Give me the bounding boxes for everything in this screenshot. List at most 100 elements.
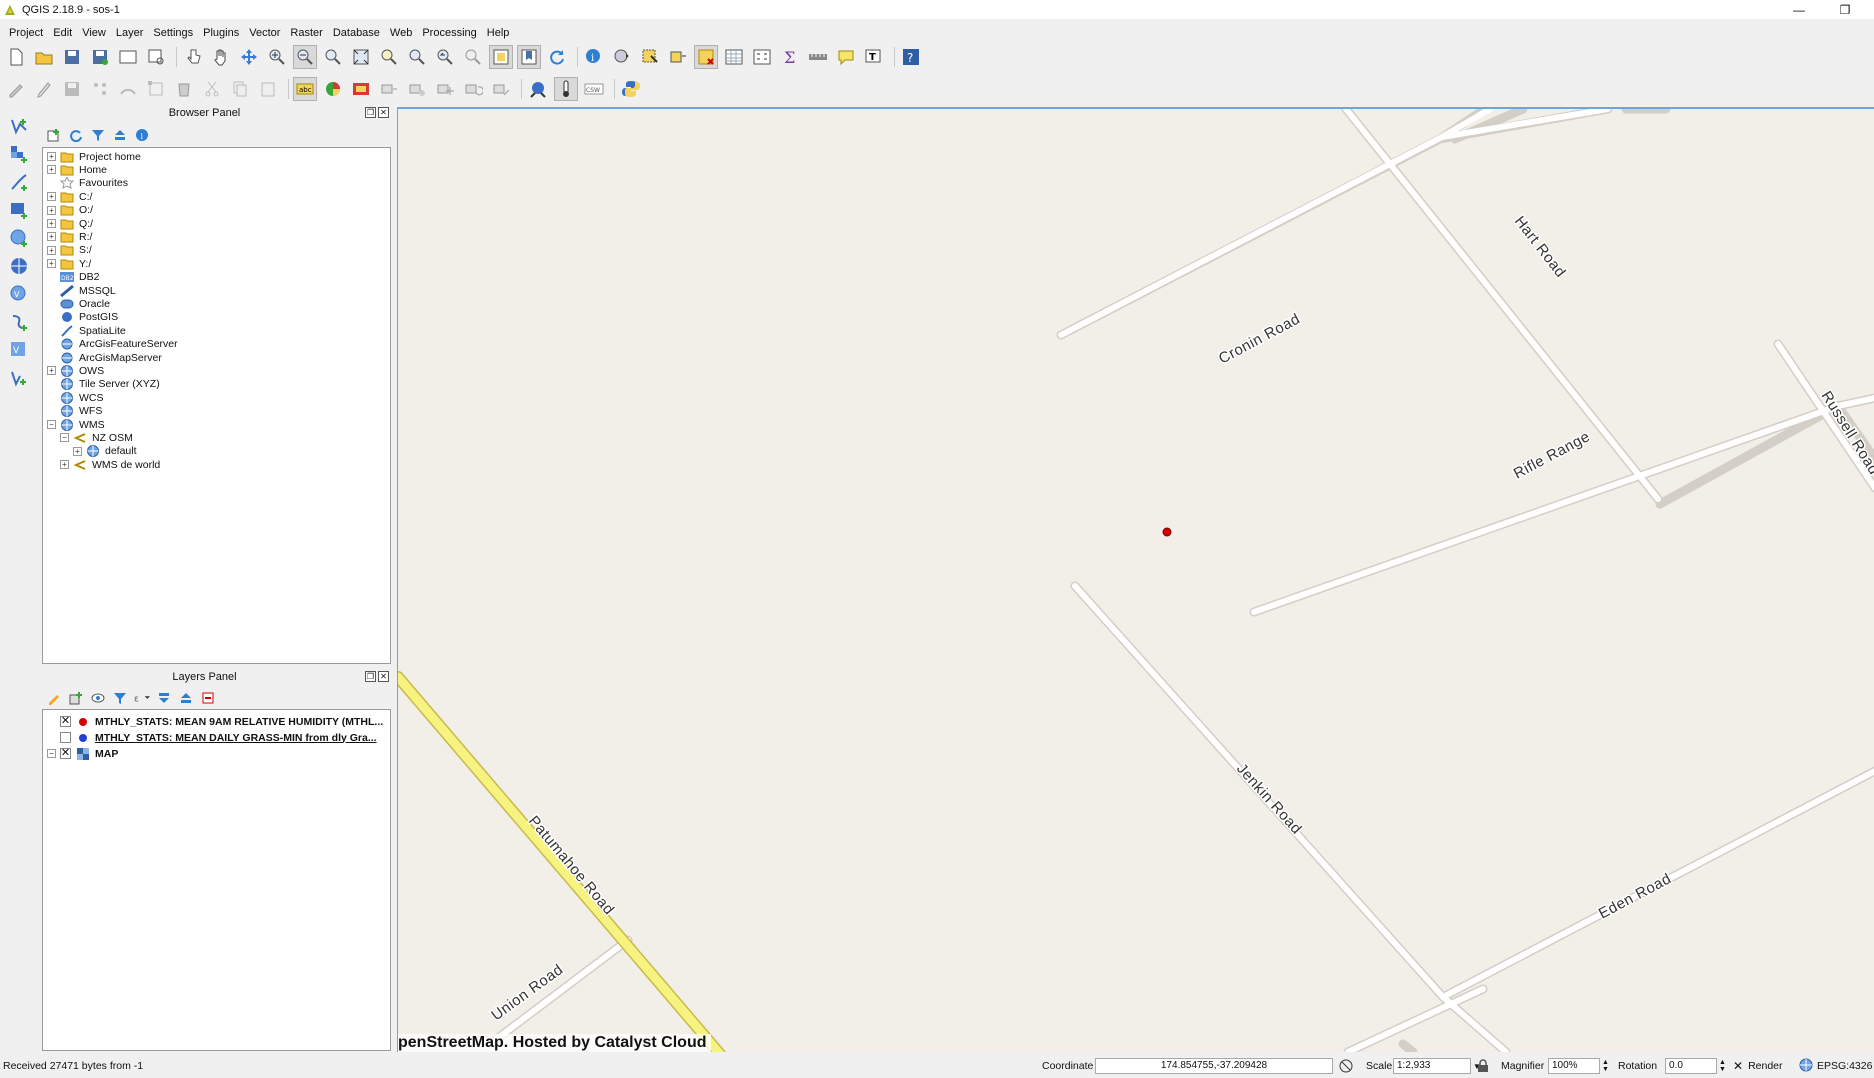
browser-item[interactable]: + O:/ bbox=[47, 204, 93, 217]
cut-features-icon[interactable] bbox=[200, 77, 224, 101]
browser-item[interactable]: − WMS bbox=[47, 418, 105, 431]
action-icon[interactable] bbox=[610, 45, 634, 69]
add-delimited-text-icon[interactable]: V bbox=[2, 281, 36, 307]
manage-visibility-icon[interactable] bbox=[90, 690, 106, 706]
measure-line-icon[interactable] bbox=[806, 45, 830, 69]
filter-legend-icon[interactable] bbox=[112, 690, 128, 706]
zoom-next-icon[interactable] bbox=[461, 45, 485, 69]
menu-edit[interactable]: Edit bbox=[48, 24, 77, 42]
layer-checkbox[interactable]: ✕ bbox=[60, 716, 71, 727]
browser-item[interactable]: DB2 DB2 bbox=[47, 271, 99, 284]
layer-checkbox[interactable]: ✕ bbox=[60, 748, 71, 759]
browser-item[interactable]: ArcGisMapServer bbox=[47, 351, 162, 364]
browser-item[interactable]: MSSQL bbox=[47, 284, 116, 297]
zoom-to-selection-icon[interactable] bbox=[377, 45, 401, 69]
browser-item[interactable]: + Project home bbox=[47, 150, 141, 163]
add-spatialite-layer-icon[interactable] bbox=[2, 169, 36, 195]
current-edits-icon[interactable] bbox=[4, 77, 28, 101]
add-wfs-layer-icon[interactable] bbox=[2, 253, 36, 279]
zoom-to-layer-icon[interactable] bbox=[405, 45, 429, 69]
open-layer-styling-icon[interactable] bbox=[46, 690, 62, 706]
filter-by-expression-icon[interactable]: ε bbox=[134, 690, 150, 706]
zoom-1-1-icon[interactable] bbox=[321, 45, 345, 69]
zoom-out-icon[interactable] bbox=[293, 45, 317, 69]
node-tool-icon[interactable] bbox=[144, 77, 168, 101]
extents-toggle-icon[interactable] bbox=[1338, 1058, 1354, 1074]
delete-selected-icon[interactable] bbox=[172, 77, 196, 101]
browser-item[interactable]: Oracle bbox=[47, 297, 110, 310]
restore-button[interactable]: ❐ bbox=[1822, 0, 1868, 19]
zoom-in-icon[interactable] bbox=[265, 45, 289, 69]
magnifier-spinbox[interactable]: 100% bbox=[1548, 1058, 1600, 1074]
tree-expander[interactable]: + bbox=[47, 366, 56, 376]
browser-item[interactable]: ArcGisFeatureServer bbox=[47, 338, 178, 351]
add-raster-layer-icon[interactable] bbox=[2, 141, 36, 167]
browser-item[interactable]: Tile Server (XYZ) bbox=[47, 378, 160, 391]
browser-item[interactable]: WFS bbox=[47, 405, 102, 418]
add-wms-layer-icon[interactable] bbox=[2, 197, 36, 223]
browser-item[interactable]: + OWS bbox=[47, 364, 104, 377]
menu-database[interactable]: Database bbox=[328, 24, 385, 42]
add-selected-layers-icon[interactable] bbox=[46, 127, 62, 143]
refresh-browser-icon[interactable] bbox=[68, 127, 84, 143]
new-shapefile-layer-icon[interactable] bbox=[2, 365, 36, 391]
coordinate-field[interactable]: 174.854755,-37.209428 bbox=[1095, 1058, 1333, 1074]
csw-icon[interactable]: CSW bbox=[582, 77, 606, 101]
deselect-features-icon[interactable] bbox=[694, 45, 718, 69]
zoom-full-icon[interactable] bbox=[349, 45, 373, 69]
new-bookmark-icon[interactable] bbox=[517, 45, 541, 69]
tree-expander[interactable]: + bbox=[47, 205, 56, 215]
layer-row[interactable]: − ✕ MAP bbox=[47, 747, 118, 760]
browser-item[interactable]: PostGIS bbox=[47, 311, 118, 324]
python-console-icon[interactable] bbox=[619, 77, 643, 101]
move-label-icon[interactable] bbox=[433, 77, 457, 101]
add-mssql-layer-icon[interactable]: V bbox=[2, 337, 36, 363]
tree-expander[interactable]: + bbox=[47, 259, 56, 269]
layer-row[interactable]: MTHLY_STATS: MEAN DAILY GRASS-MIN from d… bbox=[47, 731, 377, 744]
browser-item[interactable]: + S:/ bbox=[47, 244, 92, 257]
add-wcs-layer-icon[interactable] bbox=[2, 225, 36, 251]
browser-panel-close-button[interactable]: ✕ bbox=[378, 107, 389, 118]
browser-item[interactable]: + Y:/ bbox=[47, 257, 91, 270]
menu-raster[interactable]: Raster bbox=[285, 24, 327, 42]
change-label-icon[interactable] bbox=[489, 77, 513, 101]
tree-expander[interactable]: + bbox=[47, 245, 56, 255]
tree-expander[interactable]: + bbox=[60, 460, 69, 470]
browser-item[interactable]: WCS bbox=[47, 391, 104, 404]
new-map-view-icon[interactable] bbox=[489, 45, 513, 69]
add-circular-string-icon[interactable] bbox=[116, 77, 140, 101]
expand-all-icon[interactable] bbox=[156, 690, 172, 706]
refresh-icon[interactable] bbox=[545, 45, 569, 69]
attribute-table-icon[interactable] bbox=[722, 45, 746, 69]
layer-checkbox[interactable] bbox=[60, 732, 71, 743]
map-point-feature[interactable] bbox=[1162, 527, 1172, 537]
lock-scale-icon[interactable] bbox=[1477, 1059, 1489, 1073]
tree-expander[interactable]: + bbox=[47, 232, 56, 242]
labeling-icon[interactable]: abc bbox=[293, 77, 317, 101]
new-project-icon[interactable] bbox=[4, 45, 28, 69]
menu-vector[interactable]: Vector bbox=[244, 24, 285, 42]
add-feature-icon[interactable] bbox=[88, 77, 112, 101]
select-by-value-icon[interactable] bbox=[666, 45, 690, 69]
browser-item[interactable]: + Home bbox=[47, 163, 107, 176]
browser-item[interactable]: Favourites bbox=[47, 177, 128, 190]
crs-label[interactable]: EPSG:4326 bbox=[1817, 1060, 1872, 1072]
render-checkbox[interactable]: ✕ bbox=[1733, 1059, 1743, 1073]
layers-panel-close-button[interactable]: ✕ bbox=[378, 671, 389, 682]
add-group-icon[interactable] bbox=[68, 690, 84, 706]
save-as-icon[interactable] bbox=[88, 45, 112, 69]
save-layer-edits-icon[interactable] bbox=[60, 77, 84, 101]
tree-expander[interactable]: − bbox=[60, 433, 69, 443]
rotation-spinbox[interactable]: 0.0 bbox=[1665, 1058, 1717, 1074]
menu-project[interactable]: Project bbox=[4, 24, 48, 42]
text-annotation-icon[interactable]: T bbox=[862, 45, 886, 69]
scale-combo[interactable]: 1:2,933 bbox=[1393, 1058, 1471, 1074]
magnifier-stepper-icon[interactable]: ▲ ▼ bbox=[1602, 1059, 1609, 1073]
help-icon[interactable]: ? bbox=[899, 45, 923, 69]
menu-web[interactable]: Web bbox=[385, 24, 417, 42]
touch-zoom-icon[interactable] bbox=[181, 45, 205, 69]
paste-features-icon[interactable] bbox=[256, 77, 280, 101]
minimize-button[interactable]: — bbox=[1776, 0, 1822, 19]
identify-features-icon[interactable]: i bbox=[582, 45, 606, 69]
pan-to-selection-icon[interactable] bbox=[237, 45, 261, 69]
